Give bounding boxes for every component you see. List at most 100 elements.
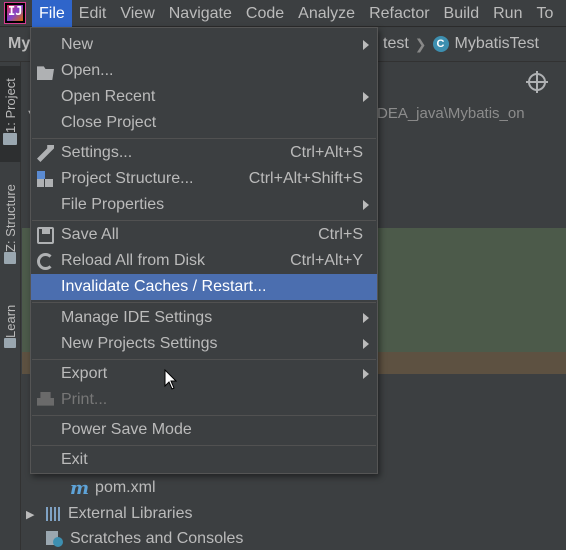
save-icon bbox=[37, 227, 54, 244]
menu-item-save-all[interactable]: Save All Ctrl+S bbox=[31, 222, 377, 248]
tab-learn-label: Learn bbox=[3, 304, 18, 338]
menu-item-exit-label: Exit bbox=[61, 451, 88, 468]
menu-file-label: File bbox=[39, 4, 65, 22]
maven-icon: m bbox=[70, 477, 90, 499]
mouse-cursor-icon bbox=[164, 369, 178, 390]
menu-code-label: Code bbox=[245, 4, 285, 22]
menu-item-settings[interactable]: Settings... Ctrl+Alt+S bbox=[31, 140, 377, 166]
tree-item-pom[interactable]: m pom.xml bbox=[70, 476, 156, 500]
menu-edit-label: Edit bbox=[78, 4, 107, 22]
tree-item-pom-label: pom.xml bbox=[95, 479, 156, 496]
submenu-arrow-icon bbox=[363, 92, 369, 102]
locate-file-icon[interactable] bbox=[526, 71, 548, 93]
java-class-icon: C bbox=[432, 36, 449, 52]
menu-tools-label: To bbox=[536, 4, 554, 22]
tree-item-scratches[interactable]: Scratches and Consoles bbox=[46, 527, 243, 550]
tab-learn[interactable]: Learn bbox=[0, 296, 21, 360]
menu-navigate[interactable]: Navigate bbox=[162, 0, 239, 27]
tab-structure-label: Z: Structure bbox=[3, 184, 18, 252]
menu-separator bbox=[32, 445, 376, 446]
menu-analyze[interactable]: Analyze bbox=[291, 0, 362, 27]
menu-build[interactable]: Build bbox=[437, 0, 487, 27]
folder-icon bbox=[37, 66, 54, 80]
menu-item-manage-ide-settings-label: Manage IDE Settings bbox=[61, 309, 213, 326]
tab-project[interactable]: 1: Project bbox=[0, 66, 21, 162]
menu-edit[interactable]: Edit bbox=[72, 0, 114, 27]
intellij-logo-icon: IJ bbox=[4, 2, 26, 24]
tree-item-external-libraries[interactable]: ▶ External Libraries bbox=[26, 502, 193, 526]
print-icon bbox=[37, 392, 54, 406]
breadcrumb-mybatistest[interactable]: MybatisTest bbox=[455, 35, 539, 53]
menu-item-new-projects-settings-label: New Projects Settings bbox=[61, 335, 218, 352]
tab-project-label: 1: Project bbox=[3, 78, 18, 134]
breadcrumb-chevron-icon: ❯ bbox=[414, 35, 427, 52]
menu-separator bbox=[32, 302, 376, 303]
menu-item-export[interactable]: Export bbox=[31, 361, 377, 387]
breadcrumb-test[interactable]: test bbox=[383, 35, 409, 53]
menu-navigate-label: Navigate bbox=[168, 4, 232, 22]
library-icon bbox=[46, 507, 62, 521]
menu-item-manage-ide-settings[interactable]: Manage IDE Settings bbox=[31, 305, 377, 331]
menu-item-exit[interactable]: Exit bbox=[31, 447, 377, 473]
tree-item-scratches-label: Scratches and Consoles bbox=[70, 530, 244, 547]
menu-item-reload-all[interactable]: Reload All from Disk Ctrl+Alt+Y bbox=[31, 248, 377, 274]
menu-tools[interactable]: To bbox=[529, 0, 560, 27]
menu-item-new-projects-settings[interactable]: New Projects Settings bbox=[31, 331, 377, 357]
main-menu-bar: IJ File Edit View Navigate Code Analyze … bbox=[0, 0, 566, 27]
menu-file[interactable]: File bbox=[32, 0, 72, 27]
menu-item-open[interactable]: Open... bbox=[31, 58, 377, 84]
menu-code[interactable]: Code bbox=[239, 0, 291, 27]
menu-separator bbox=[32, 220, 376, 221]
menu-item-power-save-mode-label: Power Save Mode bbox=[61, 421, 192, 438]
menu-item-new[interactable]: New bbox=[31, 32, 377, 58]
wrench-icon bbox=[37, 145, 54, 162]
learn-icon bbox=[4, 337, 17, 348]
menu-analyze-label: Analyze bbox=[298, 4, 356, 22]
menu-item-export-label: Export bbox=[61, 365, 108, 382]
menu-item-file-properties[interactable]: File Properties bbox=[31, 192, 377, 218]
chevron-right-icon[interactable]: ▶ bbox=[26, 508, 38, 521]
menu-item-invalidate-caches-label: Invalidate Caches / Restart... bbox=[61, 278, 267, 295]
menu-item-new-label: New bbox=[61, 36, 94, 53]
menu-item-save-all-shortcut: Ctrl+S bbox=[318, 226, 363, 243]
menu-item-settings-label: Settings... bbox=[61, 144, 133, 161]
menu-item-project-structure-shortcut: Ctrl+Alt+Shift+S bbox=[248, 170, 363, 187]
submenu-arrow-icon bbox=[363, 339, 369, 349]
menu-item-power-save-mode[interactable]: Power Save Mode bbox=[31, 417, 377, 443]
menu-refactor-label: Refactor bbox=[369, 4, 430, 22]
submenu-arrow-icon bbox=[363, 200, 369, 210]
menu-item-open-recent-label: Open Recent bbox=[61, 88, 156, 105]
menu-item-project-structure-label: Project Structure... bbox=[61, 170, 194, 187]
menu-item-reload-all-shortcut: Ctrl+Alt+Y bbox=[290, 252, 363, 269]
submenu-arrow-icon bbox=[363, 313, 369, 323]
project-structure-icon bbox=[37, 171, 54, 188]
menu-item-print-label: Print... bbox=[61, 391, 108, 408]
menu-item-save-all-label: Save All bbox=[61, 226, 119, 243]
menu-item-reload-all-label: Reload All from Disk bbox=[61, 252, 206, 269]
breadcrumb: test ❯ C MybatisTest bbox=[383, 35, 539, 53]
menu-item-project-structure[interactable]: Project Structure... Ctrl+Alt+Shift+S bbox=[31, 166, 377, 192]
menu-item-print: Print... bbox=[31, 387, 377, 413]
menu-separator bbox=[32, 415, 376, 416]
file-menu-dropdown: New Open... Open Recent Close Project Se… bbox=[30, 27, 378, 474]
menu-run-label: Run bbox=[493, 4, 523, 22]
submenu-arrow-icon bbox=[363, 40, 369, 50]
menu-build-label: Build bbox=[443, 4, 480, 22]
tool-window-stripe: 1: Project Z: Structure Learn bbox=[0, 62, 21, 550]
menu-item-close-project[interactable]: Close Project bbox=[31, 110, 377, 136]
structure-icon bbox=[4, 251, 17, 264]
folder-icon bbox=[3, 133, 18, 146]
menu-item-file-properties-label: File Properties bbox=[61, 196, 165, 213]
breadcrumb-project[interactable]: My bbox=[8, 35, 30, 53]
menu-refactor[interactable]: Refactor bbox=[362, 0, 436, 27]
reload-icon bbox=[37, 253, 54, 270]
menu-separator bbox=[32, 359, 376, 360]
project-path: DEA_java\Mybatis_on bbox=[377, 105, 525, 122]
menu-run[interactable]: Run bbox=[486, 0, 529, 27]
menu-item-invalidate-caches[interactable]: Invalidate Caches / Restart... bbox=[31, 274, 377, 300]
tab-structure[interactable]: Z: Structure bbox=[0, 174, 21, 278]
menu-view[interactable]: View bbox=[113, 0, 161, 27]
menu-item-open-recent[interactable]: Open Recent bbox=[31, 84, 377, 110]
tree-item-external-libraries-label: External Libraries bbox=[68, 505, 193, 522]
menu-view-label: View bbox=[120, 4, 155, 22]
